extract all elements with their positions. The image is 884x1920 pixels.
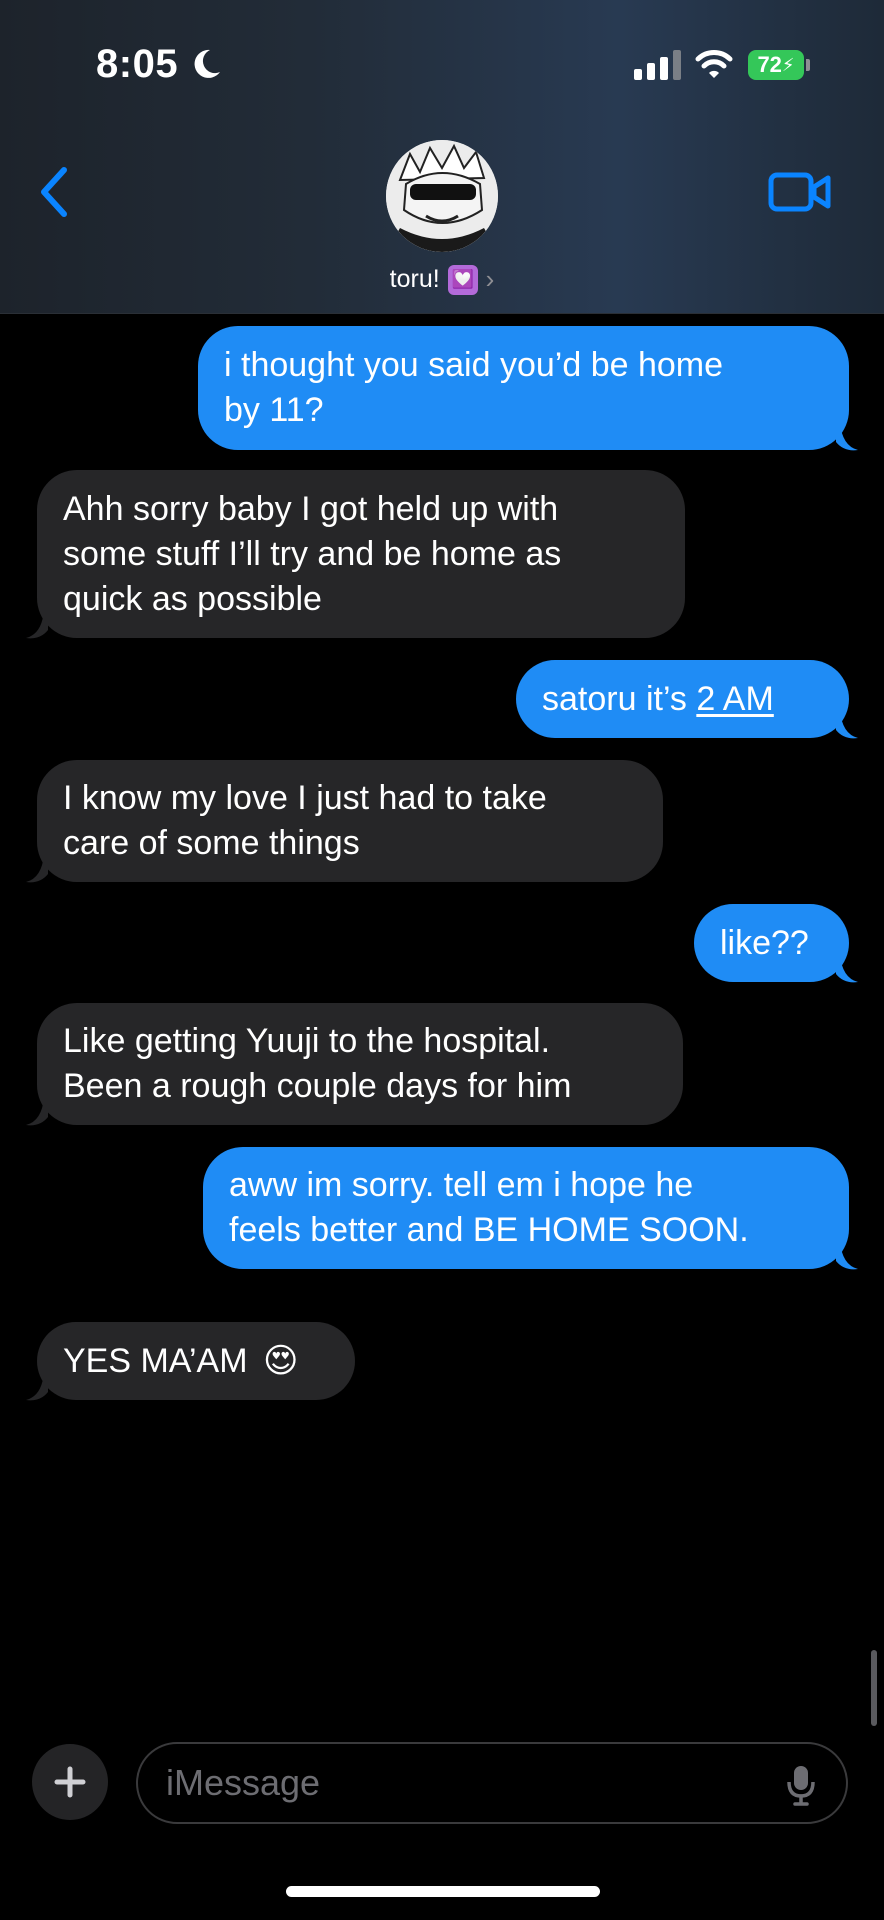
contact-name-row[interactable]: toru! 💟 › <box>0 264 884 295</box>
battery-level: 72 <box>757 52 782 77</box>
message-line: aww im sorry. tell em i hope he <box>229 1166 694 1204</box>
bubble-tail <box>836 1241 858 1270</box>
chevron-right-icon: › <box>485 264 495 294</box>
plus-icon <box>54 1766 86 1798</box>
message-text: like?? <box>720 923 809 962</box>
plus-button[interactable] <box>32 1744 108 1820</box>
moon-icon <box>194 49 220 78</box>
bubble-tail <box>26 854 48 883</box>
message-line: i thought you said you’d be home <box>224 346 724 384</box>
bubble-tail <box>26 610 48 639</box>
video-camera-icon[interactable] <box>768 170 832 214</box>
scroll-indicator[interactable] <box>871 1650 877 1726</box>
back-chevron-icon[interactable] <box>34 162 74 222</box>
message-line: Been a rough couple days for him <box>63 1067 572 1105</box>
bubble-tail <box>836 954 858 983</box>
message-bubble-received[interactable]: I know my love I just had to take care o… <box>37 760 663 882</box>
message-bubble-sent[interactable]: satoru it’s 2 AM <box>516 660 849 738</box>
message-input[interactable]: iMessage <box>136 1742 848 1824</box>
message-bubble-sent[interactable]: like?? <box>694 904 849 982</box>
heart-eyes-emoji: 😍 <box>262 1341 299 1380</box>
home-indicator[interactable] <box>286 1886 600 1897</box>
message-line: I know my love I just had to take <box>63 779 547 817</box>
bubble-tail <box>26 1372 48 1401</box>
message-line: quick as possible <box>63 579 322 618</box>
bubble-tail <box>836 710 858 739</box>
conversation-header: 8:05 72 ⚡ toru! 💟 › <box>0 0 884 314</box>
message-bubble-sent[interactable]: i thought you said you’d be home by 11? <box>198 326 849 450</box>
message-line: care of some things <box>63 824 360 862</box>
message-text: satoru it’s <box>542 679 697 718</box>
message-input-placeholder: iMessage <box>166 1762 321 1803</box>
status-bar: 8:05 72 ⚡ <box>0 0 884 120</box>
status-time: 8:05 <box>96 42 179 86</box>
contact-name: toru! <box>389 265 440 293</box>
heart-emoji: 💟 <box>447 264 478 295</box>
message-line: feels better and BE HOME SOON. <box>229 1211 749 1249</box>
contact-avatar[interactable] <box>386 140 498 252</box>
message-bubble-received[interactable]: Ahh sorry baby I got held up with some s… <box>37 470 685 638</box>
microphone-icon[interactable] <box>786 1764 816 1806</box>
message-text: YES MA’AM <box>63 1341 248 1380</box>
bubble-tail <box>26 1097 48 1126</box>
messages-screen: 8:05 72 ⚡ toru! 💟 › i thought you said y… <box>0 0 884 1920</box>
message-bubble-sent[interactable]: aww im sorry. tell em i hope he feels be… <box>203 1147 849 1269</box>
message-bubble-received[interactable]: Like getting Yuuji to the hospital. Been… <box>37 1003 683 1125</box>
bubble-tail <box>836 422 858 451</box>
battery-cap <box>806 59 810 71</box>
message-bubble-received[interactable]: YES MA’AM 😍 <box>37 1322 355 1400</box>
message-line: Like getting Yuuji to the hospital. <box>63 1022 551 1060</box>
signal-icon <box>634 50 681 80</box>
message-line: some stuff I’ll try and be home as <box>63 534 562 573</box>
time-link[interactable]: 2 AM <box>696 680 773 718</box>
avatar-image <box>386 140 498 252</box>
message-line: by 11? <box>224 391 324 429</box>
battery-icon: 72 ⚡ <box>748 50 804 80</box>
message-line: Ahh sorry baby I got held up with <box>63 489 559 528</box>
wifi-icon <box>695 50 733 78</box>
